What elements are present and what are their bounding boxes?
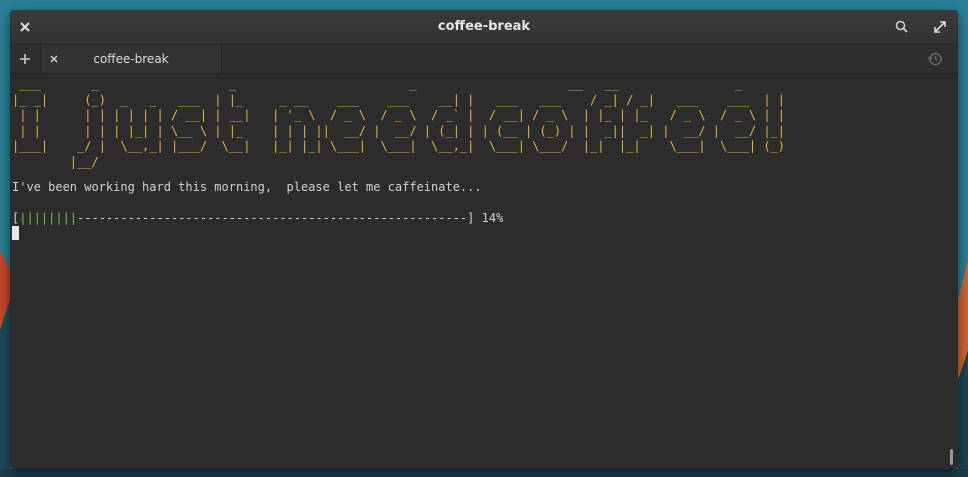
history-button[interactable] [925, 49, 945, 69]
terminal-window: coffee-break coffee-break ___ _ _ _ __ _… [10, 10, 958, 469]
progress-remaining: ----------------------------------------… [77, 211, 475, 225]
tab-coffee-break[interactable]: coffee-break [41, 45, 222, 73]
tab-label: coffee-break [93, 52, 169, 66]
tab-bar: coffee-break [10, 45, 958, 74]
terminal-output[interactable]: ___ _ _ _ __ __ _ |_ _| (_) _ _ ___ | |_… [10, 74, 958, 469]
titlebar: coffee-break [10, 10, 958, 45]
history-icon [927, 52, 942, 66]
ascii-banner: ___ _ _ _ __ __ _ |_ _| (_) _ _ ___ | |_… [12, 77, 786, 169]
new-tab-button[interactable] [10, 45, 41, 73]
scrollbar-thumb[interactable] [950, 449, 953, 465]
window-title: coffee-break [437, 19, 531, 34]
fullscreen-icon [934, 21, 946, 33]
fullscreen-button[interactable] [930, 17, 950, 37]
search-icon [895, 20, 908, 33]
progress-fill: |||||||| [19, 211, 78, 225]
terminal-cursor [12, 226, 19, 240]
progress-percent: 14% [481, 211, 504, 225]
plus-icon [20, 54, 30, 64]
search-button[interactable] [892, 17, 912, 37]
terminal-message: I've been working hard this morning, ple… [12, 180, 482, 194]
progress-bar: [||||||||-------------------------------… [12, 211, 503, 225]
